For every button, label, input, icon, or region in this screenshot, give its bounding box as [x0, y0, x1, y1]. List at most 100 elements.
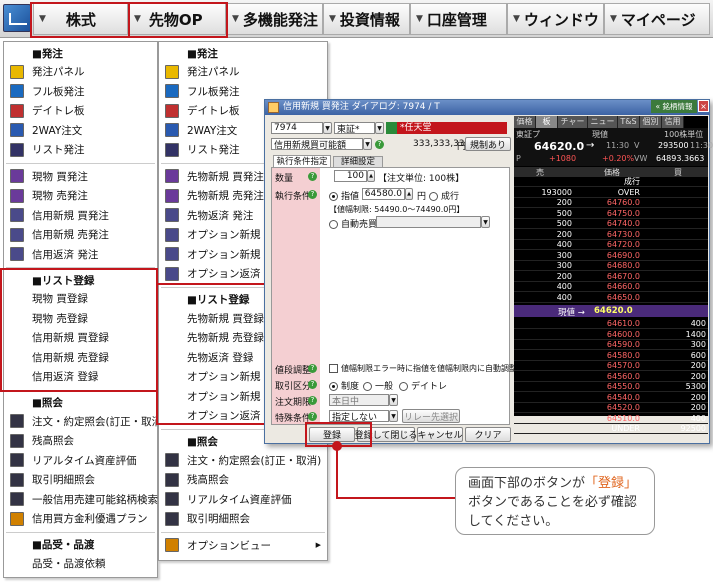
- ask-row[interactable]: 400 64650.0: [514, 293, 708, 303]
- board-tab[interactable]: 板: [536, 116, 558, 128]
- stock-code-input[interactable]: 7974: [271, 122, 323, 134]
- menu-item[interactable]: デイトレ板: [4, 101, 157, 120]
- quantity-stepper[interactable]: ▲: [367, 170, 375, 182]
- bid-row[interactable]: 64520.0 200: [514, 403, 708, 413]
- help-icon[interactable]: ?: [308, 396, 317, 405]
- ask-row[interactable]: 193000 OVER: [514, 188, 708, 198]
- menu-item[interactable]: リスト発注: [4, 140, 157, 159]
- market-select[interactable]: 東証*: [334, 122, 375, 135]
- menu-item[interactable]: 2WAY注文: [4, 121, 157, 140]
- menu-item[interactable]: フル板発注: [159, 82, 327, 101]
- help-icon[interactable]: ?: [308, 172, 317, 181]
- board-tab[interactable]: 個別: [640, 116, 662, 128]
- margin-mode-dropdown-icon[interactable]: ▼: [363, 138, 372, 150]
- tab-detail-settings[interactable]: 詳細設定: [333, 156, 383, 167]
- bid-row[interactable]: 64560.0 200: [514, 372, 708, 382]
- menu-item[interactable]: 注文・約定照会(訂正・取消): [159, 451, 327, 470]
- menu-item[interactable]: 信用返済 発注: [4, 245, 157, 264]
- radio-icon[interactable]: [399, 382, 408, 391]
- ask-row[interactable]: 200 64670.0: [514, 272, 708, 282]
- menu-item[interactable]: 現物 売発注: [4, 186, 157, 205]
- tab-mypage[interactable]: ▼ マイページ: [604, 3, 710, 35]
- bid-row[interactable]: UNDER 92500: [514, 424, 708, 434]
- cancel-button[interactable]: キャンセル: [417, 427, 463, 442]
- help-icon[interactable]: ?: [308, 364, 317, 373]
- market-order-radio[interactable]: 成行: [429, 189, 459, 202]
- special-condition-select[interactable]: 指定しない: [329, 410, 389, 423]
- help-icon[interactable]: ?: [308, 380, 317, 389]
- ask-row[interactable]: 400 64660.0: [514, 282, 708, 292]
- radio-icon[interactable]: [429, 192, 438, 201]
- ask-row[interactable]: 300 64690.0: [514, 251, 708, 261]
- menu-item[interactable]: 信用新規 買発注: [4, 206, 157, 225]
- menu-item[interactable]: 取引明細照会: [4, 470, 157, 489]
- ask-row[interactable]: 300 64680.0: [514, 261, 708, 271]
- special-dropdown-icon[interactable]: ▼: [389, 410, 398, 422]
- stock-info-button[interactable]: « 銘柄情報: [651, 100, 697, 113]
- menu-item[interactable]: 信用買方金利優遇プラン: [4, 509, 157, 528]
- board-tab[interactable]: 価格: [514, 116, 536, 128]
- ask-row[interactable]: 200 64760.0: [514, 198, 708, 208]
- regulation-button[interactable]: 規制あり: [465, 137, 511, 151]
- radio-icon[interactable]: [363, 382, 372, 391]
- auto-trade-radio[interactable]: 自動売買: [329, 217, 377, 230]
- bid-row[interactable]: 64570.0 200: [514, 361, 708, 371]
- app-logo-icon[interactable]: [3, 4, 31, 32]
- bid-row[interactable]: 64550.0 5300: [514, 382, 708, 392]
- tab-account[interactable]: ▼ 口座管理: [410, 3, 507, 35]
- board-tab[interactable]: チャート: [558, 116, 588, 138]
- price-stepper[interactable]: ▲: [405, 188, 413, 200]
- stock-info-icon[interactable]: [386, 122, 397, 134]
- menu-item[interactable]: 信用新規 売発注: [4, 225, 157, 244]
- bid-row[interactable]: 64540.0 200: [514, 393, 708, 403]
- radio-selected-icon[interactable]: [329, 192, 338, 201]
- help-icon[interactable]: ?: [308, 412, 317, 421]
- period-select[interactable]: 本日中: [329, 394, 389, 407]
- bid-row[interactable]: 64600.0 1400: [514, 330, 708, 340]
- menu-item[interactable]: リアルタイム資産評価: [159, 490, 327, 509]
- ask-row[interactable]: 500 64750.0: [514, 209, 708, 219]
- type-system-radio[interactable]: 制度: [329, 379, 359, 392]
- auto-trade-select[interactable]: [376, 216, 481, 228]
- limit-radio[interactable]: 指値: [329, 189, 359, 202]
- menu-item[interactable]: 注文・約定照会(訂正・取消): [4, 412, 166, 431]
- menu-item[interactable]: オプションビュー ▶: [159, 536, 327, 555]
- clear-button[interactable]: クリア: [465, 427, 511, 442]
- tab-multi-order[interactable]: ▼ 多機能発注: [226, 3, 323, 35]
- quantity-input[interactable]: 100: [334, 170, 367, 182]
- type-daytrade-radio[interactable]: デイトレ: [399, 379, 447, 392]
- bid-row[interactable]: 64580.0 600: [514, 351, 708, 361]
- menu-item[interactable]: 残高照会: [4, 431, 157, 450]
- menu-item[interactable]: フル板発注: [4, 82, 157, 101]
- market-dropdown-icon[interactable]: ▼: [375, 122, 384, 134]
- limit-price-input[interactable]: 64580.0: [362, 188, 405, 200]
- tab-exec-conditions[interactable]: 執行条件指定: [273, 155, 331, 167]
- code-dropdown-icon[interactable]: ▼: [323, 122, 332, 134]
- menu-item[interactable]: 発注パネル: [159, 62, 327, 81]
- ask-row[interactable]: 200 64730.0: [514, 230, 708, 240]
- radio-icon[interactable]: [329, 220, 338, 229]
- help-icon[interactable]: ?: [308, 190, 317, 199]
- board-tab[interactable]: ニュース: [588, 116, 618, 138]
- board-tab[interactable]: 信用: [662, 116, 684, 128]
- bid-row[interactable]: 64510.0 400: [514, 414, 708, 424]
- menu-item[interactable]: リアルタイム資産評価: [4, 451, 157, 470]
- help-icon[interactable]: ?: [375, 140, 384, 149]
- type-general-radio[interactable]: 一般: [363, 379, 393, 392]
- checkbox-icon[interactable]: [329, 364, 338, 373]
- menu-item[interactable]: 残高照会: [159, 470, 327, 489]
- bid-row[interactable]: 64610.0 400: [514, 319, 708, 329]
- radio-selected-icon[interactable]: [329, 382, 338, 391]
- menu-item[interactable]: 品受・品渡依頼: [4, 554, 106, 573]
- auto-trade-dropdown-icon[interactable]: ▼: [481, 216, 490, 228]
- auto-adjust-checkbox[interactable]: 値幅制限エラー時に指値を値幅制限内に自動調整: [329, 363, 517, 374]
- menu-item[interactable]: 発注パネル: [4, 62, 157, 81]
- ask-row[interactable]: 500 64740.0: [514, 219, 708, 229]
- close-icon[interactable]: ×: [698, 100, 709, 112]
- margin-mode-select[interactable]: 信用新規買可能額: [271, 138, 363, 151]
- tab-investment-info[interactable]: ▼ 投資情報: [323, 3, 410, 35]
- menu-item[interactable]: 現物 買発注: [4, 167, 157, 186]
- tab-window[interactable]: ▼ ウィンドウ: [507, 3, 604, 35]
- menu-item[interactable]: 一般信用売建可能銘柄検索: [4, 490, 158, 509]
- period-dropdown-icon[interactable]: ▼: [389, 394, 398, 406]
